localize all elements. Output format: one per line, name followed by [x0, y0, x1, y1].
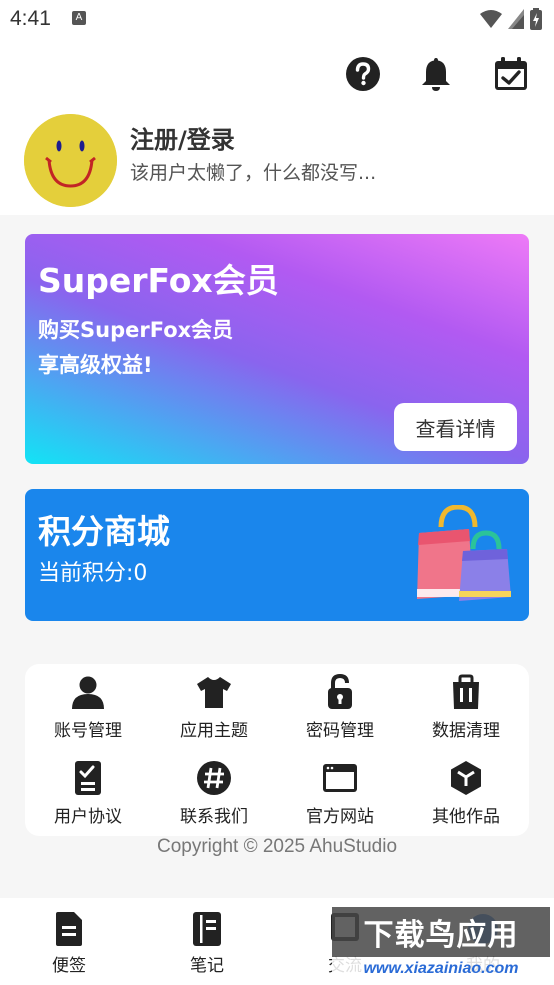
status-icons — [480, 8, 542, 30]
calendar-check-icon[interactable] — [493, 56, 529, 92]
menu-label: 其他作品 — [432, 807, 500, 827]
login-link[interactable]: 注册/登录 — [130, 120, 235, 155]
shopping-bags-icon — [417, 505, 511, 601]
points-mall-title: 积分商城 — [38, 512, 170, 551]
menu-item-data-clean[interactable]: 数据清理 — [403, 664, 529, 744]
user-icon — [72, 676, 104, 709]
status-bar: 4:41 A — [0, 0, 554, 40]
signal-icon — [508, 9, 524, 29]
menu-label: 官方网站 — [306, 807, 374, 827]
hashtag-icon — [197, 761, 231, 795]
watermark-url: www.xiazainiao.com — [332, 957, 550, 981]
nav-tab-memo[interactable]: 便签 — [0, 898, 138, 985]
trash-icon — [453, 674, 479, 709]
menu-item-account[interactable]: 账号管理 — [25, 664, 151, 744]
nav-label: 笔记 — [190, 956, 224, 976]
menu-label: 应用主题 — [180, 721, 248, 741]
shirt-icon — [197, 677, 231, 708]
status-time: 4:41 — [10, 7, 51, 30]
vip-description-line2: 享高级权益! — [38, 353, 153, 377]
vip-membership-card[interactable]: SuperFox会员 购买SuperFox会员 享高级权益! 查看详情 — [25, 234, 529, 464]
notebook-icon — [193, 912, 221, 946]
menu-label: 账号管理 — [54, 721, 122, 741]
menu-label: 联系我们 — [180, 807, 248, 827]
vip-title: SuperFox会员 — [38, 261, 279, 300]
cube-icon — [451, 761, 481, 795]
user-bio: 该用户太懒了，什么都没写... — [130, 162, 377, 184]
menu-item-other-works[interactable]: 其他作品 — [403, 750, 529, 830]
vip-description-line1: 购买SuperFox会员 — [38, 318, 234, 342]
settings-menu-grid: 账号管理 应用主题 密码管理 数据清理 用户协议 联系我们 官方网站 其他作品 — [25, 664, 529, 836]
copyright-text: Copyright © 2025 AhuStudio — [156, 836, 398, 857]
notification-badge: A — [72, 11, 86, 25]
browser-window-icon — [323, 764, 357, 792]
battery-icon — [530, 8, 542, 30]
avatar[interactable] — [24, 114, 117, 207]
help-icon[interactable] — [345, 56, 381, 92]
nav-tab-notes[interactable]: 笔记 — [138, 898, 276, 985]
menu-label: 密码管理 — [306, 721, 374, 741]
menu-item-website[interactable]: 官方网站 — [277, 750, 403, 830]
watermark-logo: 下载鸟应用 — [332, 907, 550, 957]
bell-icon[interactable] — [418, 56, 454, 92]
menu-item-theme[interactable]: 应用主题 — [151, 664, 277, 744]
menu-item-password[interactable]: 密码管理 — [277, 664, 403, 744]
current-points: 当前积分:0 — [38, 561, 148, 586]
document-check-icon — [75, 761, 101, 795]
menu-label: 数据清理 — [432, 721, 500, 741]
note-icon — [56, 912, 82, 946]
lock-icon — [328, 674, 352, 709]
profile-header: 注册/登录 该用户太懒了，什么都没写... — [0, 40, 554, 215]
points-mall-card[interactable]: 积分商城 当前积分:0 — [25, 489, 529, 621]
menu-item-contact[interactable]: 联系我们 — [151, 750, 277, 830]
view-details-button[interactable]: 查看详情 — [394, 403, 517, 451]
menu-item-agreement[interactable]: 用户协议 — [25, 750, 151, 830]
nav-label: 便签 — [52, 956, 86, 976]
menu-label: 用户协议 — [54, 807, 122, 827]
wifi-icon — [480, 10, 502, 28]
